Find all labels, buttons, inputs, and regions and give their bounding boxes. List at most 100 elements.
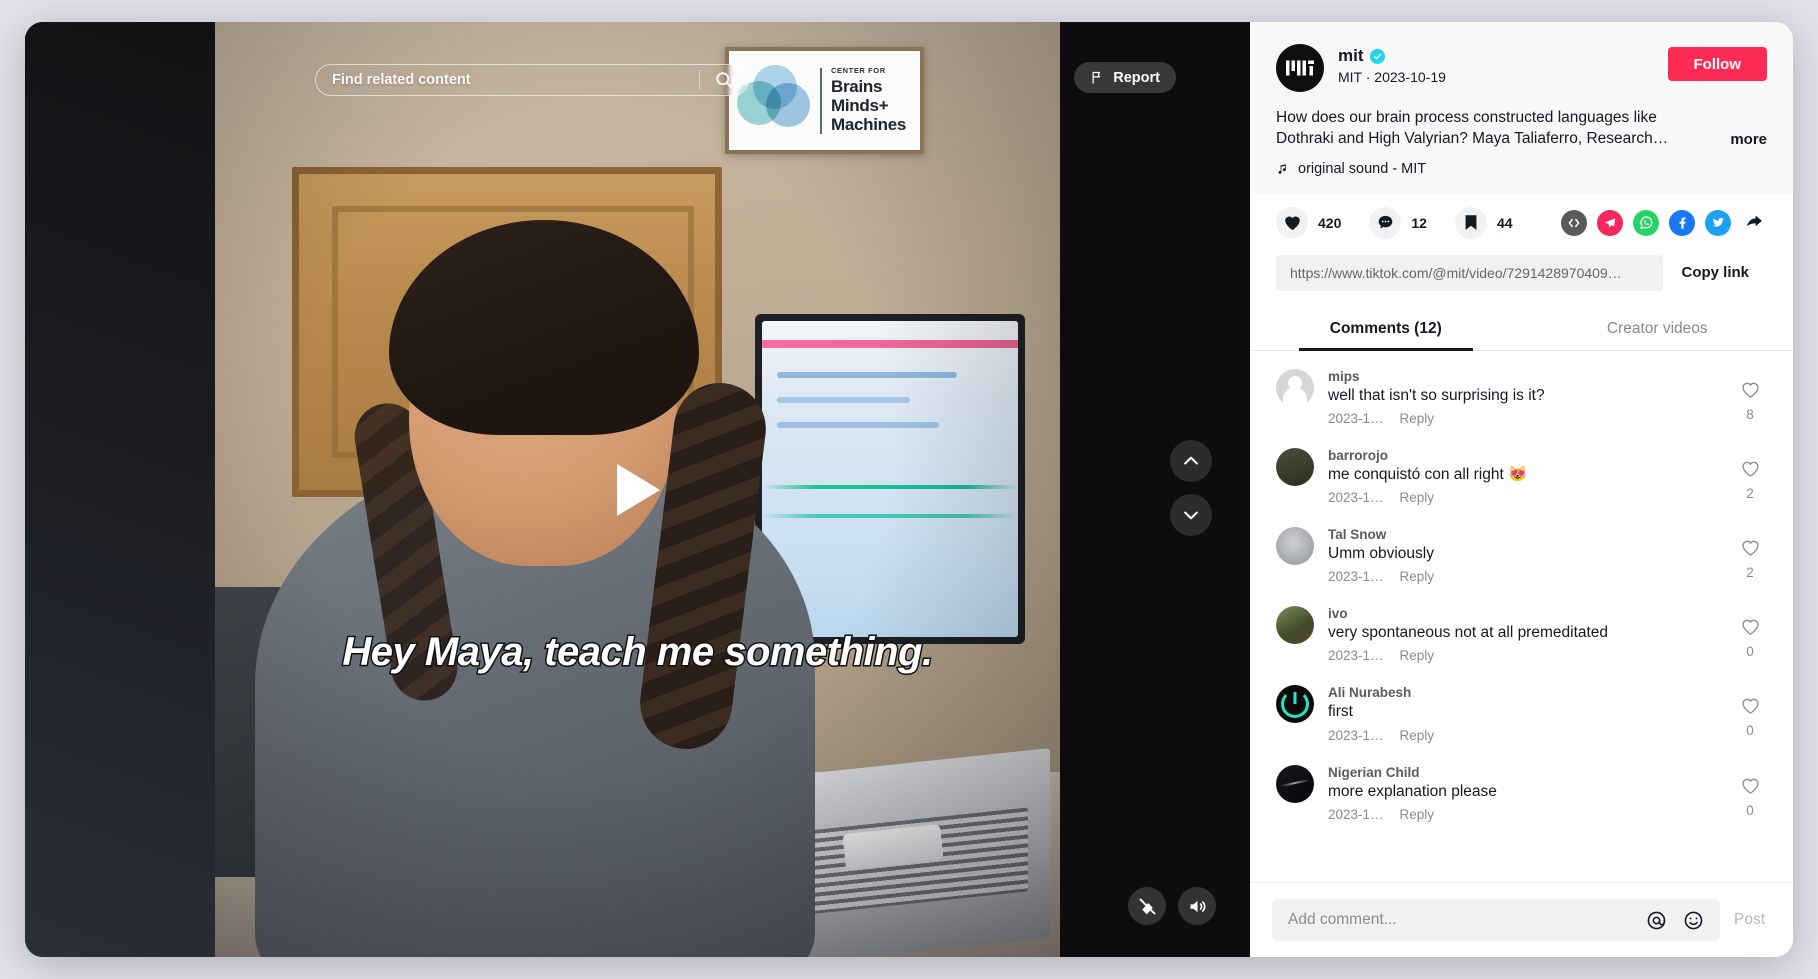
related-content-search[interactable] bbox=[315, 64, 749, 96]
tab-creator-videos[interactable]: Creator videos bbox=[1522, 307, 1794, 350]
check-icon bbox=[1373, 53, 1381, 59]
comment-avatar[interactable] bbox=[1276, 764, 1314, 803]
comment-button[interactable] bbox=[1369, 206, 1402, 239]
like-stat[interactable]: 420 bbox=[1276, 206, 1341, 239]
heart-outline-icon bbox=[1741, 382, 1759, 398]
comment-text: well that isn't so surprising is it? bbox=[1328, 386, 1545, 404]
comment-author[interactable]: ivo bbox=[1328, 606, 1719, 621]
heart-icon bbox=[1284, 216, 1300, 230]
comment-reply-button[interactable]: Reply bbox=[1400, 569, 1435, 584]
bookmark-button[interactable] bbox=[1454, 206, 1487, 239]
search-button[interactable] bbox=[700, 65, 748, 95]
comment-author[interactable]: Ali Nurabesh bbox=[1328, 685, 1719, 700]
comment-date: 2023-1… bbox=[1328, 490, 1384, 506]
comment-author[interactable]: Nigerian Child bbox=[1328, 765, 1719, 780]
author-username[interactable]: mit bbox=[1338, 46, 1364, 66]
whatsapp-icon bbox=[1639, 216, 1652, 230]
share-more-button[interactable] bbox=[1741, 210, 1767, 236]
music-note-icon bbox=[1278, 164, 1286, 174]
comment-item: Ali Nurabesh first 2023-1… Reply 0 bbox=[1276, 685, 1767, 743]
engagement-stats: 420 12 44 bbox=[1250, 193, 1793, 239]
comment-text: more explanation please bbox=[1328, 782, 1497, 800]
share-telegram-button[interactable] bbox=[1597, 209, 1623, 236]
post-comment-button[interactable]: Post bbox=[1734, 911, 1771, 929]
volume-button[interactable] bbox=[1178, 887, 1216, 925]
heart-outline-icon bbox=[1741, 540, 1759, 557]
follow-button[interactable]: Follow bbox=[1667, 47, 1767, 81]
comment-author[interactable]: mips bbox=[1328, 369, 1719, 384]
comment-reply-button[interactable]: Reply bbox=[1400, 490, 1435, 505]
comment-author[interactable]: barrorojo bbox=[1328, 448, 1719, 463]
comment-text: me conquistó con all right 😻 bbox=[1328, 465, 1528, 483]
comment-like-button[interactable]: 2 bbox=[1733, 448, 1767, 501]
author-row: mit MIT · 2023-10-19 Follow bbox=[1276, 44, 1767, 92]
comment-like-button[interactable]: 0 bbox=[1733, 606, 1767, 659]
panel-header: mit MIT · 2023-10-19 Follow How does our… bbox=[1250, 22, 1793, 193]
video-navigation bbox=[1170, 440, 1212, 536]
previous-video-button[interactable] bbox=[1170, 440, 1212, 482]
comment-avatar[interactable] bbox=[1276, 447, 1314, 486]
next-video-button[interactable] bbox=[1170, 494, 1212, 536]
share-whatsapp-button[interactable] bbox=[1633, 209, 1659, 236]
heart-outline-icon bbox=[1741, 778, 1759, 794]
comment-avatar[interactable] bbox=[1276, 368, 1314, 407]
share-embed-button[interactable] bbox=[1561, 209, 1587, 236]
search-input[interactable] bbox=[316, 72, 699, 88]
share-twitter-button[interactable] bbox=[1705, 209, 1731, 236]
media-controls bbox=[1128, 887, 1216, 925]
share-facebook-button[interactable] bbox=[1669, 209, 1695, 236]
comment-stat[interactable]: 12 bbox=[1369, 206, 1427, 239]
comment-like-button[interactable]: 0 bbox=[1733, 765, 1767, 818]
comments-list[interactable]: mips well that isn't so surprising is it… bbox=[1250, 351, 1793, 882]
video-url[interactable]: https://www.tiktok.com/@mit/video/729142… bbox=[1276, 254, 1664, 291]
play-icon bbox=[616, 463, 660, 516]
comment-item: ivo very spontaneous not at all premedit… bbox=[1276, 606, 1767, 663]
video-player[interactable] bbox=[137, 22, 1060, 957]
comment-author[interactable]: Tal Snow bbox=[1328, 527, 1719, 542]
comment-reply-button[interactable]: Reply bbox=[1400, 411, 1435, 426]
captions-toggle-button[interactable] bbox=[1128, 887, 1166, 925]
poster-eyebrow: CENTER FOR bbox=[831, 65, 886, 75]
comment-avatar[interactable] bbox=[1276, 606, 1314, 645]
like-button[interactable] bbox=[1276, 206, 1308, 239]
tab-comments[interactable]: Comments (12) bbox=[1250, 307, 1522, 351]
comment-reply-button[interactable]: Reply bbox=[1400, 807, 1435, 822]
at-mention-icon[interactable] bbox=[1646, 910, 1667, 931]
comment-avatar[interactable] bbox=[1276, 685, 1314, 724]
video-stage[interactable]: CENTER FOR Brains Minds+ Machines Report bbox=[25, 22, 1250, 957]
comment-reply-button[interactable]: Reply bbox=[1400, 648, 1435, 663]
heart-outline-icon bbox=[1741, 699, 1759, 715]
info-panel: mit MIT · 2023-10-19 Follow How does our… bbox=[1250, 22, 1793, 957]
comment-date: 2023-1… bbox=[1328, 806, 1384, 822]
music-row[interactable]: original sound - MIT bbox=[1276, 161, 1767, 177]
video-detail-modal: CENTER FOR Brains Minds+ Machines Report bbox=[25, 22, 1793, 957]
description-more-button[interactable]: more bbox=[1730, 130, 1767, 150]
play-button[interactable] bbox=[606, 458, 670, 522]
copy-link-button[interactable]: Copy link bbox=[1663, 264, 1767, 281]
poster-divider bbox=[820, 67, 822, 134]
comment-composer: Post bbox=[1250, 882, 1793, 957]
facebook-icon bbox=[1679, 217, 1686, 230]
emoji-icon[interactable] bbox=[1683, 910, 1704, 931]
comment-date: 2023-1… bbox=[1328, 727, 1384, 743]
verified-badge-icon bbox=[1369, 48, 1385, 64]
cbmm-poster: CENTER FOR Brains Minds+ Machines bbox=[725, 47, 924, 154]
comment-input[interactable] bbox=[1288, 911, 1630, 929]
volume-on-icon bbox=[1190, 900, 1205, 912]
bookmark-stat[interactable]: 44 bbox=[1454, 206, 1513, 239]
comment-text: very spontaneous not at all premeditated bbox=[1328, 624, 1609, 642]
flag-icon bbox=[1092, 71, 1101, 84]
comment-count: 12 bbox=[1411, 214, 1427, 231]
chevron-up-icon bbox=[1184, 456, 1198, 465]
author-avatar[interactable] bbox=[1276, 44, 1324, 92]
comment-reply-button[interactable]: Reply bbox=[1400, 728, 1435, 743]
comment-like-button[interactable]: 0 bbox=[1733, 685, 1767, 738]
comment-like-button[interactable]: 8 bbox=[1733, 369, 1767, 422]
music-label: original sound - MIT bbox=[1298, 160, 1427, 177]
comment-bubble-icon bbox=[1378, 216, 1393, 229]
comment-like-button[interactable]: 2 bbox=[1733, 527, 1767, 580]
comment-input-box[interactable] bbox=[1272, 899, 1720, 941]
scene-vignette bbox=[137, 22, 1060, 957]
comment-avatar[interactable] bbox=[1276, 527, 1314, 566]
report-button[interactable]: Report bbox=[1074, 62, 1176, 93]
